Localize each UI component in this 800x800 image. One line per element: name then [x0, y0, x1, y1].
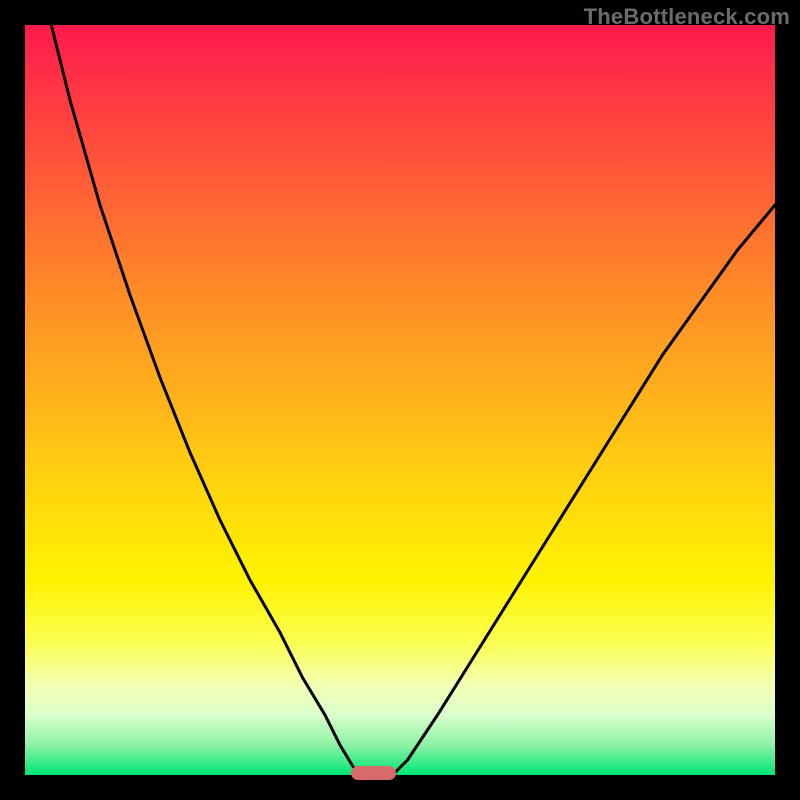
- chart-frame: TheBottleneck.com: [0, 0, 800, 800]
- curve-right: [393, 205, 776, 775]
- plot-area: [25, 25, 775, 775]
- curve-left: [51, 25, 359, 775]
- bottleneck-curve: [25, 25, 775, 775]
- minimum-marker: [351, 766, 396, 780]
